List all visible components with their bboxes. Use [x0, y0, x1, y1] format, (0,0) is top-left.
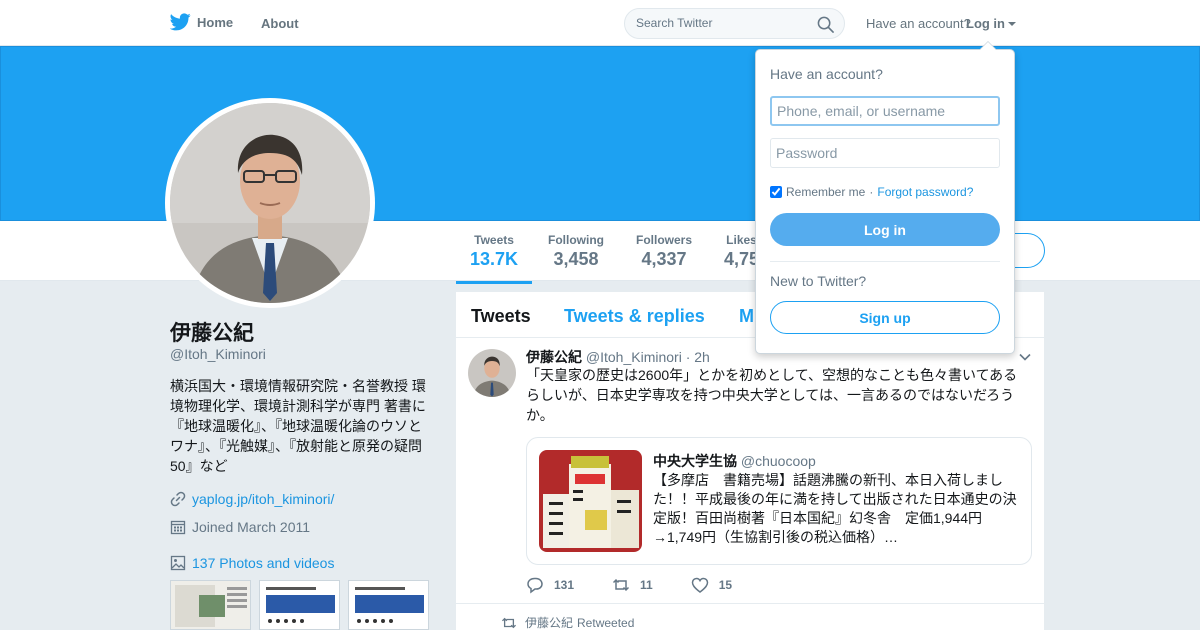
remember-row: Remember me · Forgot password?: [770, 185, 973, 199]
nav-home-label: Home: [197, 14, 234, 30]
photo-thumbnail[interactable]: [170, 580, 251, 630]
photos-videos-label[interactable]: 137 Photos and videos: [192, 555, 334, 571]
search-input[interactable]: [636, 16, 806, 30]
profile-url[interactable]: yaplog.jp/itoh_kiminori/: [170, 491, 334, 507]
retweeted-context: 伊藤公紀 Retweeted: [501, 614, 634, 630]
reply-count: 131: [554, 578, 575, 592]
quoted-tweet-image: [539, 450, 642, 552]
tweet-header: 伊藤公紀 @Itoh_Kiminori · 2h: [526, 347, 710, 367]
stat-followers[interactable]: Followers 4,337: [636, 233, 692, 270]
tab-tweets-replies[interactable]: Tweets & replies: [564, 306, 705, 327]
tweet-author-handle[interactable]: @Itoh_Kiminori: [586, 349, 682, 365]
tweet-text: 「天皇家の歴史は2600年」とかを初めとして、空想的なことも色々書いてあるらしい…: [526, 367, 1018, 423]
retweet-action[interactable]: 11: [612, 576, 653, 594]
photo-thumbnail[interactable]: [259, 580, 340, 630]
profile-url-text[interactable]: yaplog.jp/itoh_kiminori/: [192, 491, 334, 507]
divider: [770, 261, 1000, 262]
reply-icon: [527, 577, 543, 594]
stat-value: 13.7K: [470, 249, 519, 269]
separator-dot: ·: [869, 185, 874, 199]
tweet-avatar[interactable]: [468, 349, 516, 397]
avatar-photo: [170, 103, 370, 303]
photo-thumbnails: [170, 580, 429, 630]
twitter-bird-icon: [170, 13, 191, 31]
quoted-tweet-text: 【多摩店 書籍売場】話題沸騰の新刊、本日入荷しました！！平成最後の年に満を持して…: [653, 472, 1017, 545]
remember-me-label[interactable]: Remember me: [786, 185, 865, 199]
login-dropdown-toggle[interactable]: Log in: [966, 16, 1016, 31]
top-nav: Home About Have an account? Log in: [0, 0, 1200, 46]
stat-following[interactable]: Following 3,458: [548, 233, 604, 270]
login-button[interactable]: Log in: [770, 213, 1000, 246]
quoted-author-name[interactable]: 中央大学生協: [653, 453, 737, 469]
stat-label: Following: [548, 233, 604, 247]
retweet-count: 11: [640, 578, 653, 592]
stat-tweets[interactable]: Tweets 13.7K: [456, 233, 533, 284]
search-box[interactable]: [624, 8, 845, 39]
stat-label: Tweets: [474, 233, 514, 247]
profile-handle[interactable]: @Itoh_Kiminori: [170, 346, 266, 362]
retweet-icon: [613, 578, 630, 592]
have-account-text: Have an account?: [866, 16, 971, 31]
calendar-icon: [170, 520, 186, 535]
tab-media[interactable]: M: [739, 306, 754, 327]
chevron-down-icon[interactable]: [1018, 350, 1032, 364]
tweet[interactable]: 伊藤公紀 @Itoh_Kiminori · 2h 「天皇家の歴史は2600年」と…: [456, 338, 1044, 604]
tweet-timestamp[interactable]: · 2h: [686, 349, 710, 365]
search-icon[interactable]: [817, 16, 834, 33]
tweet-actions: 131 11 15: [526, 576, 770, 594]
stat-value: 4,337: [641, 249, 687, 269]
profile-joined: Joined March 2011: [170, 519, 310, 535]
link-icon: [170, 491, 186, 507]
profile-joined-text: Joined March 2011: [192, 519, 311, 535]
stat-value: 4,75: [724, 249, 760, 269]
retweeted-by-name[interactable]: 伊藤公紀: [525, 614, 573, 630]
new-to-twitter-text: New to Twitter?: [770, 273, 867, 289]
password-field[interactable]: [770, 138, 1000, 168]
remember-me-checkbox[interactable]: [770, 186, 782, 198]
caret-down-icon: [1008, 22, 1016, 26]
stat-value: 3,458: [553, 249, 599, 269]
retweeted-suffix: Retweeted: [577, 615, 635, 630]
quoted-tweet-card[interactable]: 中央大学生協 @chuocoop 【多摩店 書籍売場】話題沸騰の新刊、本日入荷し…: [526, 437, 1032, 565]
like-action[interactable]: 15: [691, 576, 732, 594]
quoted-tweet-header: 中央大学生協 @chuocoop: [653, 451, 816, 471]
retweet-icon: [501, 617, 517, 628]
heart-icon: [691, 577, 708, 593]
signup-button[interactable]: Sign up: [770, 301, 1000, 334]
forgot-password-link[interactable]: Forgot password?: [877, 185, 973, 199]
image-icon: [170, 555, 186, 571]
stat-label: Followers: [636, 233, 693, 247]
avatar[interactable]: [170, 103, 370, 303]
stat-label: Likes: [726, 233, 757, 247]
tweet-author-name[interactable]: 伊藤公紀: [526, 349, 582, 365]
username-field[interactable]: [770, 96, 1000, 126]
tab-tweets[interactable]: Tweets: [471, 306, 531, 327]
photo-thumbnail[interactable]: [348, 580, 429, 630]
login-dropdown-title: Have an account?: [770, 66, 883, 82]
login-dropdown: Have an account? Remember me · Forgot pa…: [755, 41, 1015, 354]
profile-bio: 横浜国大・環境情報研究院・名誉教授 環境物理化学、環境計測科学が専門 著書に『地…: [170, 378, 426, 474]
like-count: 15: [718, 578, 733, 592]
login-label: Log in: [966, 16, 1005, 31]
quoted-author-handle[interactable]: @chuocoop: [741, 453, 816, 469]
profile-name[interactable]: 伊藤公紀: [170, 317, 254, 347]
photos-videos-link[interactable]: 137 Photos and videos: [170, 555, 334, 571]
nav-about[interactable]: About: [261, 16, 299, 31]
nav-home[interactable]: Home: [170, 13, 233, 31]
reply-action[interactable]: 131: [526, 576, 574, 594]
stat-likes[interactable]: Likes 4,75: [724, 233, 759, 270]
profile-avatar-frame: [165, 98, 375, 308]
